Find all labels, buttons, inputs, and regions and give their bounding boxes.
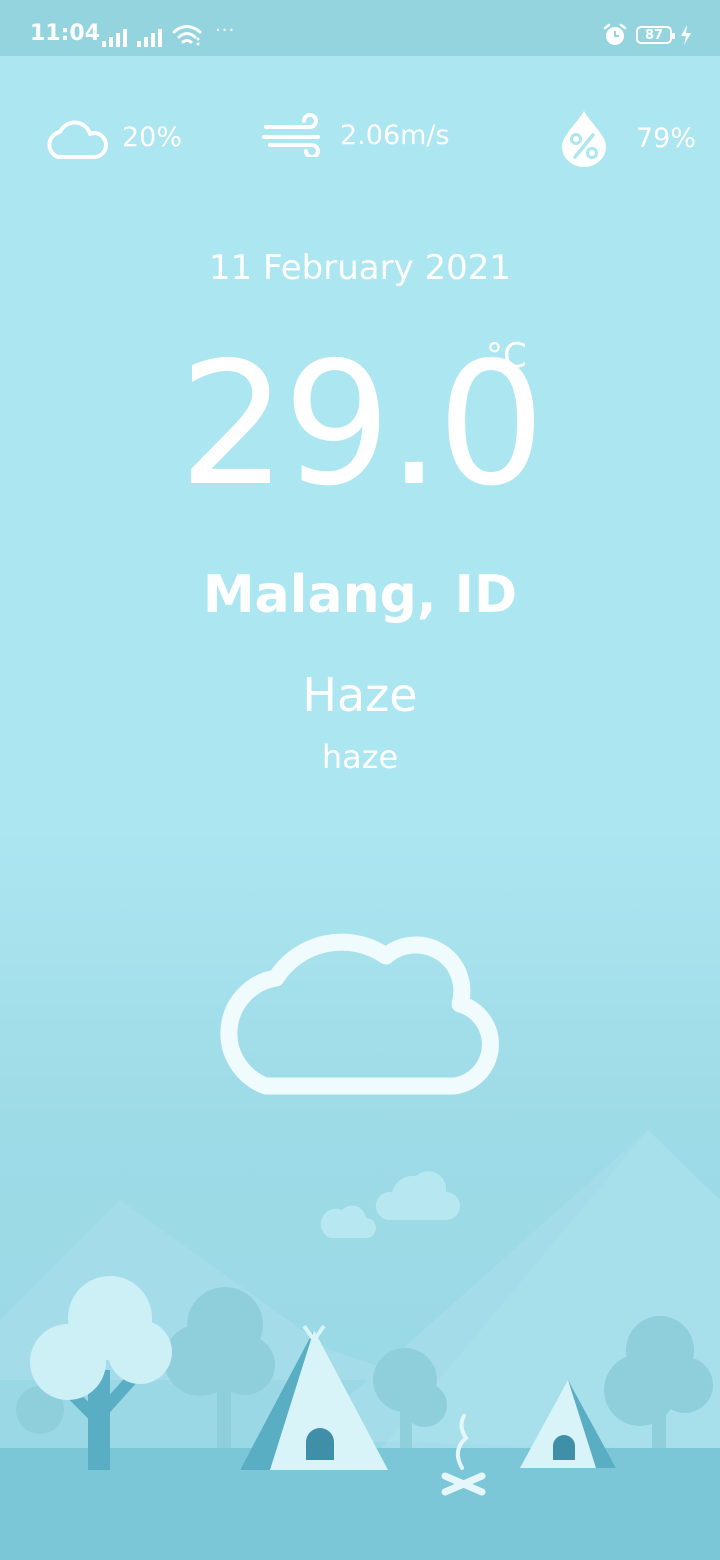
temperature-value: 29.0: [178, 326, 546, 524]
cloudiness-value: 20%: [122, 121, 183, 153]
cloudiness-info: 20%: [42, 113, 182, 161]
battery-icon: 87: [636, 26, 675, 44]
signal-icon: [137, 27, 162, 47]
battery-level: 87: [644, 27, 664, 43]
alarm-icon: [603, 23, 627, 45]
weather-cloud-icon: [220, 933, 499, 1095]
humidity-value: 79%: [636, 122, 697, 154]
wifi-icon: [172, 25, 202, 46]
status-right-group: 87: [602, 22, 692, 48]
condition-label: Haze: [302, 668, 418, 722]
temperature-unit: °C: [486, 336, 527, 376]
wind-speed-value: 2.06m/s: [340, 119, 450, 151]
location-label: Malang, ID: [202, 565, 518, 625]
signal-icon: [102, 27, 127, 47]
wind-icon: [262, 113, 320, 157]
cloud-icon: [47, 120, 108, 159]
weather-screen: 11:04 ··· 87 20% 2.06m/s 79% 11 February…: [0, 0, 720, 1560]
humidity-drop-icon: [562, 111, 606, 167]
status-signal-group: [102, 23, 202, 47]
weather-info-row: 20% 2.06m/s 79%: [0, 105, 720, 169]
landscape-illustration: [0, 1130, 720, 1560]
wind-info: 2.06m/s: [262, 113, 450, 157]
status-more-icon: ···: [215, 20, 236, 41]
humidity-info: 79%: [558, 109, 696, 167]
charging-icon: [681, 25, 691, 45]
date-label: 11 February 2021: [208, 248, 512, 288]
status-time: 11:04: [30, 21, 101, 46]
status-bar: 11:04 ··· 87: [0, 0, 720, 56]
condition-description: haze: [321, 738, 399, 776]
